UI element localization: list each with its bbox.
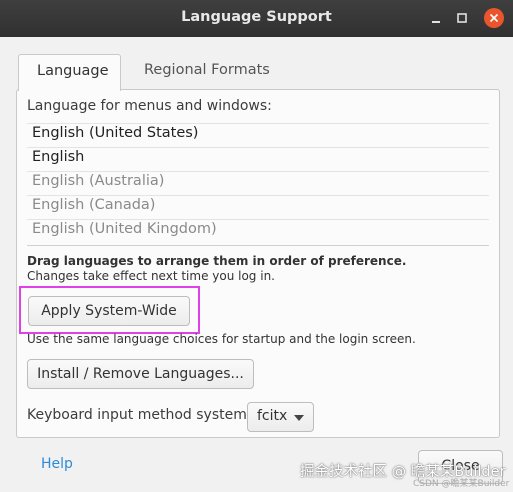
minimize-icon	[432, 21, 440, 23]
tab-language[interactable]: Language	[18, 54, 121, 91]
effect-hint: Changes take effect next time you log in…	[27, 269, 275, 283]
apply-system-wide-button[interactable]: Apply System-Wide	[28, 296, 190, 326]
watermark-small: CSDN @瞻某某Builder	[413, 479, 510, 489]
title-bar: Language Support	[0, 0, 513, 37]
help-link[interactable]: Help	[41, 456, 73, 472]
list-divider	[27, 245, 489, 246]
language-list-item[interactable]: English	[27, 147, 489, 172]
language-list-item[interactable]: English (United States)	[27, 123, 489, 148]
chevron-down-icon	[294, 415, 304, 421]
close-icon	[484, 8, 504, 28]
close-window-button[interactable]	[483, 7, 505, 29]
language-list-item[interactable]: English (Australia)	[27, 171, 489, 196]
install-remove-languages-button[interactable]: Install / Remove Languages...	[27, 359, 254, 389]
language-list-item[interactable]: English (United Kingdom)	[27, 219, 489, 243]
tab-language-label: Language	[37, 63, 109, 79]
minimize-button[interactable]	[425, 7, 447, 29]
menus-label: Language for menus and windows:	[27, 98, 272, 114]
maximize-icon	[457, 13, 467, 23]
install-remove-languages-label: Install / Remove Languages...	[37, 366, 244, 382]
tab-regional-formats[interactable]: Regional Formats	[122, 54, 282, 89]
apply-hint: Use the same language choices for startu…	[27, 332, 416, 346]
drag-hint: Drag languages to arrange them in order …	[27, 254, 407, 268]
tab-regional-formats-label: Regional Formats	[144, 62, 270, 78]
keyboard-input-label: Keyboard input method system:	[27, 407, 252, 423]
keyboard-input-method-select[interactable]: fcitx	[247, 402, 314, 432]
keyboard-input-method-value: fcitx	[257, 408, 288, 424]
maximize-button[interactable]	[451, 7, 473, 29]
language-list-item[interactable]: English (Canada)	[27, 195, 489, 220]
apply-system-wide-label: Apply System-Wide	[41, 303, 177, 319]
